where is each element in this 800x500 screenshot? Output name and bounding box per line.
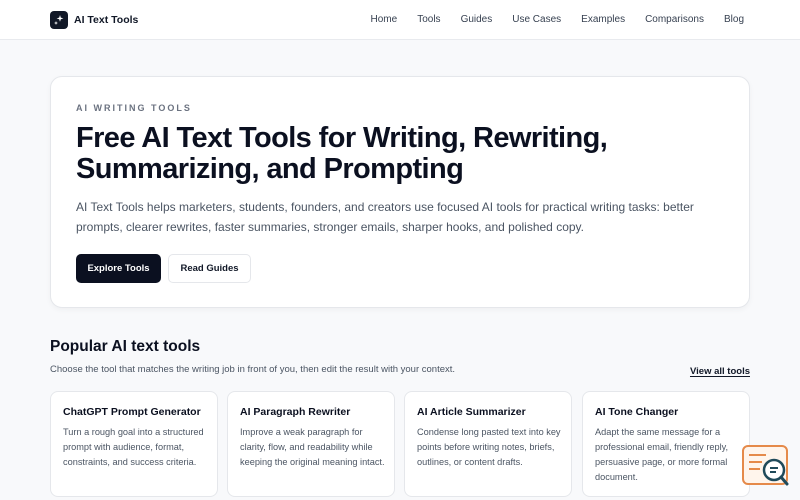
tool-card-description: Turn a rough goal into a structured prom… (63, 427, 204, 467)
nav-tools[interactable]: Tools (417, 14, 440, 25)
tool-card-paragraph-rewriter[interactable]: AI Paragraph Rewriter Improve a weak par… (227, 391, 395, 497)
nav-home[interactable]: Home (371, 14, 398, 25)
tool-card-description: Condense long pasted text into key point… (417, 427, 561, 467)
tool-card-description: Adapt the same message for a professiona… (595, 427, 729, 482)
tool-card-tone-changer[interactable]: AI Tone Changer Adapt the same message f… (582, 391, 750, 497)
tool-card-title: ChatGPT Prompt Generator (63, 406, 201, 418)
tool-card-prompt-generator[interactable]: ChatGPT Prompt Generator Turn a rough go… (50, 391, 218, 497)
section-description: Choose the tool that matches the writing… (50, 364, 456, 375)
tool-card-title: AI Article Summarizer (417, 406, 526, 418)
brand-name: AI Text Tools (74, 14, 139, 26)
nav-use-cases[interactable]: Use Cases (512, 14, 561, 25)
section-title: Popular AI text tools (50, 338, 201, 355)
hero-eyebrow: AI WRITING TOOLS (76, 103, 192, 113)
read-guides-button[interactable]: Read Guides (168, 254, 251, 283)
tool-card-article-summarizer[interactable]: AI Article Summarizer Condense long past… (404, 391, 572, 497)
document-search-icon[interactable] (742, 445, 790, 487)
nav-comparisons[interactable]: Comparisons (645, 14, 704, 25)
nav-guides[interactable]: Guides (461, 14, 493, 25)
nav-links: Home Tools Guides Use Cases Examples Com… (371, 14, 744, 25)
nav-examples[interactable]: Examples (581, 14, 625, 25)
explore-tools-button[interactable]: Explore Tools (76, 254, 161, 283)
top-navbar: AI Text Tools Home Tools Guides Use Case… (0, 0, 800, 40)
hero-description: AI Text Tools helps marketers, students,… (76, 200, 694, 234)
hero-title: Free AI Text Tools for Writing, Rewritin… (76, 122, 608, 185)
hero-card: AI WRITING TOOLS Free AI Text Tools for … (50, 76, 750, 308)
tool-card-description: Improve a weak paragraph for clarity, fl… (240, 427, 385, 467)
nav-blog[interactable]: Blog (724, 14, 744, 25)
tool-card-title: AI Paragraph Rewriter (240, 406, 351, 418)
view-all-tools-link[interactable]: View all tools (690, 366, 750, 377)
sparkle-icon (50, 11, 68, 29)
brand-link[interactable]: AI Text Tools (50, 11, 138, 29)
tool-card-title: AI Tone Changer (595, 406, 679, 418)
